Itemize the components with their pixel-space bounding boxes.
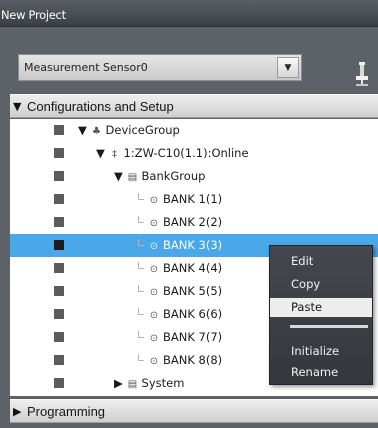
row-marker [54,355,64,365]
controller-icon: ‡ [112,149,118,160]
window-titlebar: New Project [0,0,378,27]
bank-icon: ⊙ [149,310,159,321]
tree-item-label: 1:ZW-C10(1.1):Online [123,146,249,160]
folder-icon: ▤ [127,172,138,183]
row-marker [54,217,64,227]
section-label: Programming [27,404,106,419]
bank-icon: ⊙ [149,195,159,206]
expand-triangle-icon[interactable]: ▼ [96,146,105,160]
row-marker [54,148,64,158]
window-title: New Project [1,8,66,22]
tree-row-bank[interactable]: ⊙ BANK 2(2) [10,211,378,234]
bank-icon: ⊙ [149,356,159,367]
sensor-dropdown-value: Measurement Sensor0 [24,61,148,74]
expand-triangle-icon[interactable]: ▼ [114,169,123,183]
tree-connector [138,216,144,223]
tree-connector [138,239,144,246]
pin-icon[interactable] [355,60,369,88]
folder-icon: ▤ [127,379,138,390]
tree-row-device-group[interactable]: ▼ ♣ DeviceGroup [10,119,378,142]
expand-triangle-icon[interactable]: ▶ [13,405,21,418]
row-marker [54,125,64,135]
tree-item-label: BANK 1(1) [163,192,223,206]
section-label: Configurations and Setup [27,99,174,114]
tree-connector [138,308,144,315]
menu-separator [290,325,368,328]
row-marker [54,263,64,273]
dropdown-arrow-icon[interactable]: ▼ [277,57,299,78]
tree-connector [138,331,144,338]
device-group-icon: ♣ [92,126,101,137]
context-menu: Edit Copy Paste Initialize Rename [269,245,373,385]
tree-item-label: BANK 3(3) [163,238,223,252]
menu-item-copy[interactable]: Copy [270,275,372,294]
menu-item-paste[interactable]: Paste [270,298,372,317]
tree-connector [138,262,144,269]
menu-item-edit[interactable]: Edit [270,252,372,271]
menu-item-initialize[interactable]: Initialize [270,342,372,361]
tree-item-label: DeviceGroup [105,123,180,137]
bank-icon: ⊙ [149,333,159,344]
bank-icon: ⊙ [149,241,159,252]
row-marker [54,194,64,204]
bank-icon: ⊙ [149,287,159,298]
tree-row-bank-group[interactable]: ▼ ▤ BankGroup [10,165,378,188]
tree-item-label: BANK 2(2) [163,215,223,229]
tree-item-label: System [141,376,185,390]
tree-row-controller[interactable]: ▼ ‡ 1:ZW-C10(1.1):Online [10,142,378,165]
tree-item-label: BANK 8(8) [163,353,223,367]
row-marker [54,378,64,388]
section-configurations-and-setup[interactable]: ▼ Configurations and Setup [10,94,378,118]
expand-triangle-icon[interactable]: ▶ [114,376,123,390]
tree-connector [138,193,144,200]
row-marker [54,309,64,319]
tree-row-bank[interactable]: ⊙ BANK 1(1) [10,188,378,211]
tree-item-label: BANK 5(5) [163,284,223,298]
collapse-triangle-icon[interactable]: ▼ [13,100,21,113]
tree-connector [138,354,144,361]
bank-icon: ⊙ [149,264,159,275]
row-marker [54,332,64,342]
tree-item-label: BankGroup [141,169,206,183]
sensor-dropdown[interactable]: Measurement Sensor0 ▼ [18,54,302,81]
row-marker [54,171,64,181]
menu-item-rename[interactable]: Rename [270,363,372,382]
bank-icon: ⊙ [149,218,159,229]
tree-item-label: BANK 6(6) [163,307,223,321]
tree-connector [138,285,144,292]
row-marker [54,240,64,250]
section-programming[interactable]: ▶ Programming [10,399,378,423]
expand-triangle-icon[interactable]: ▼ [78,123,87,137]
row-marker [54,286,64,296]
tree-item-label: BANK 7(7) [163,330,223,344]
tree-item-label: BANK 4(4) [163,261,223,275]
